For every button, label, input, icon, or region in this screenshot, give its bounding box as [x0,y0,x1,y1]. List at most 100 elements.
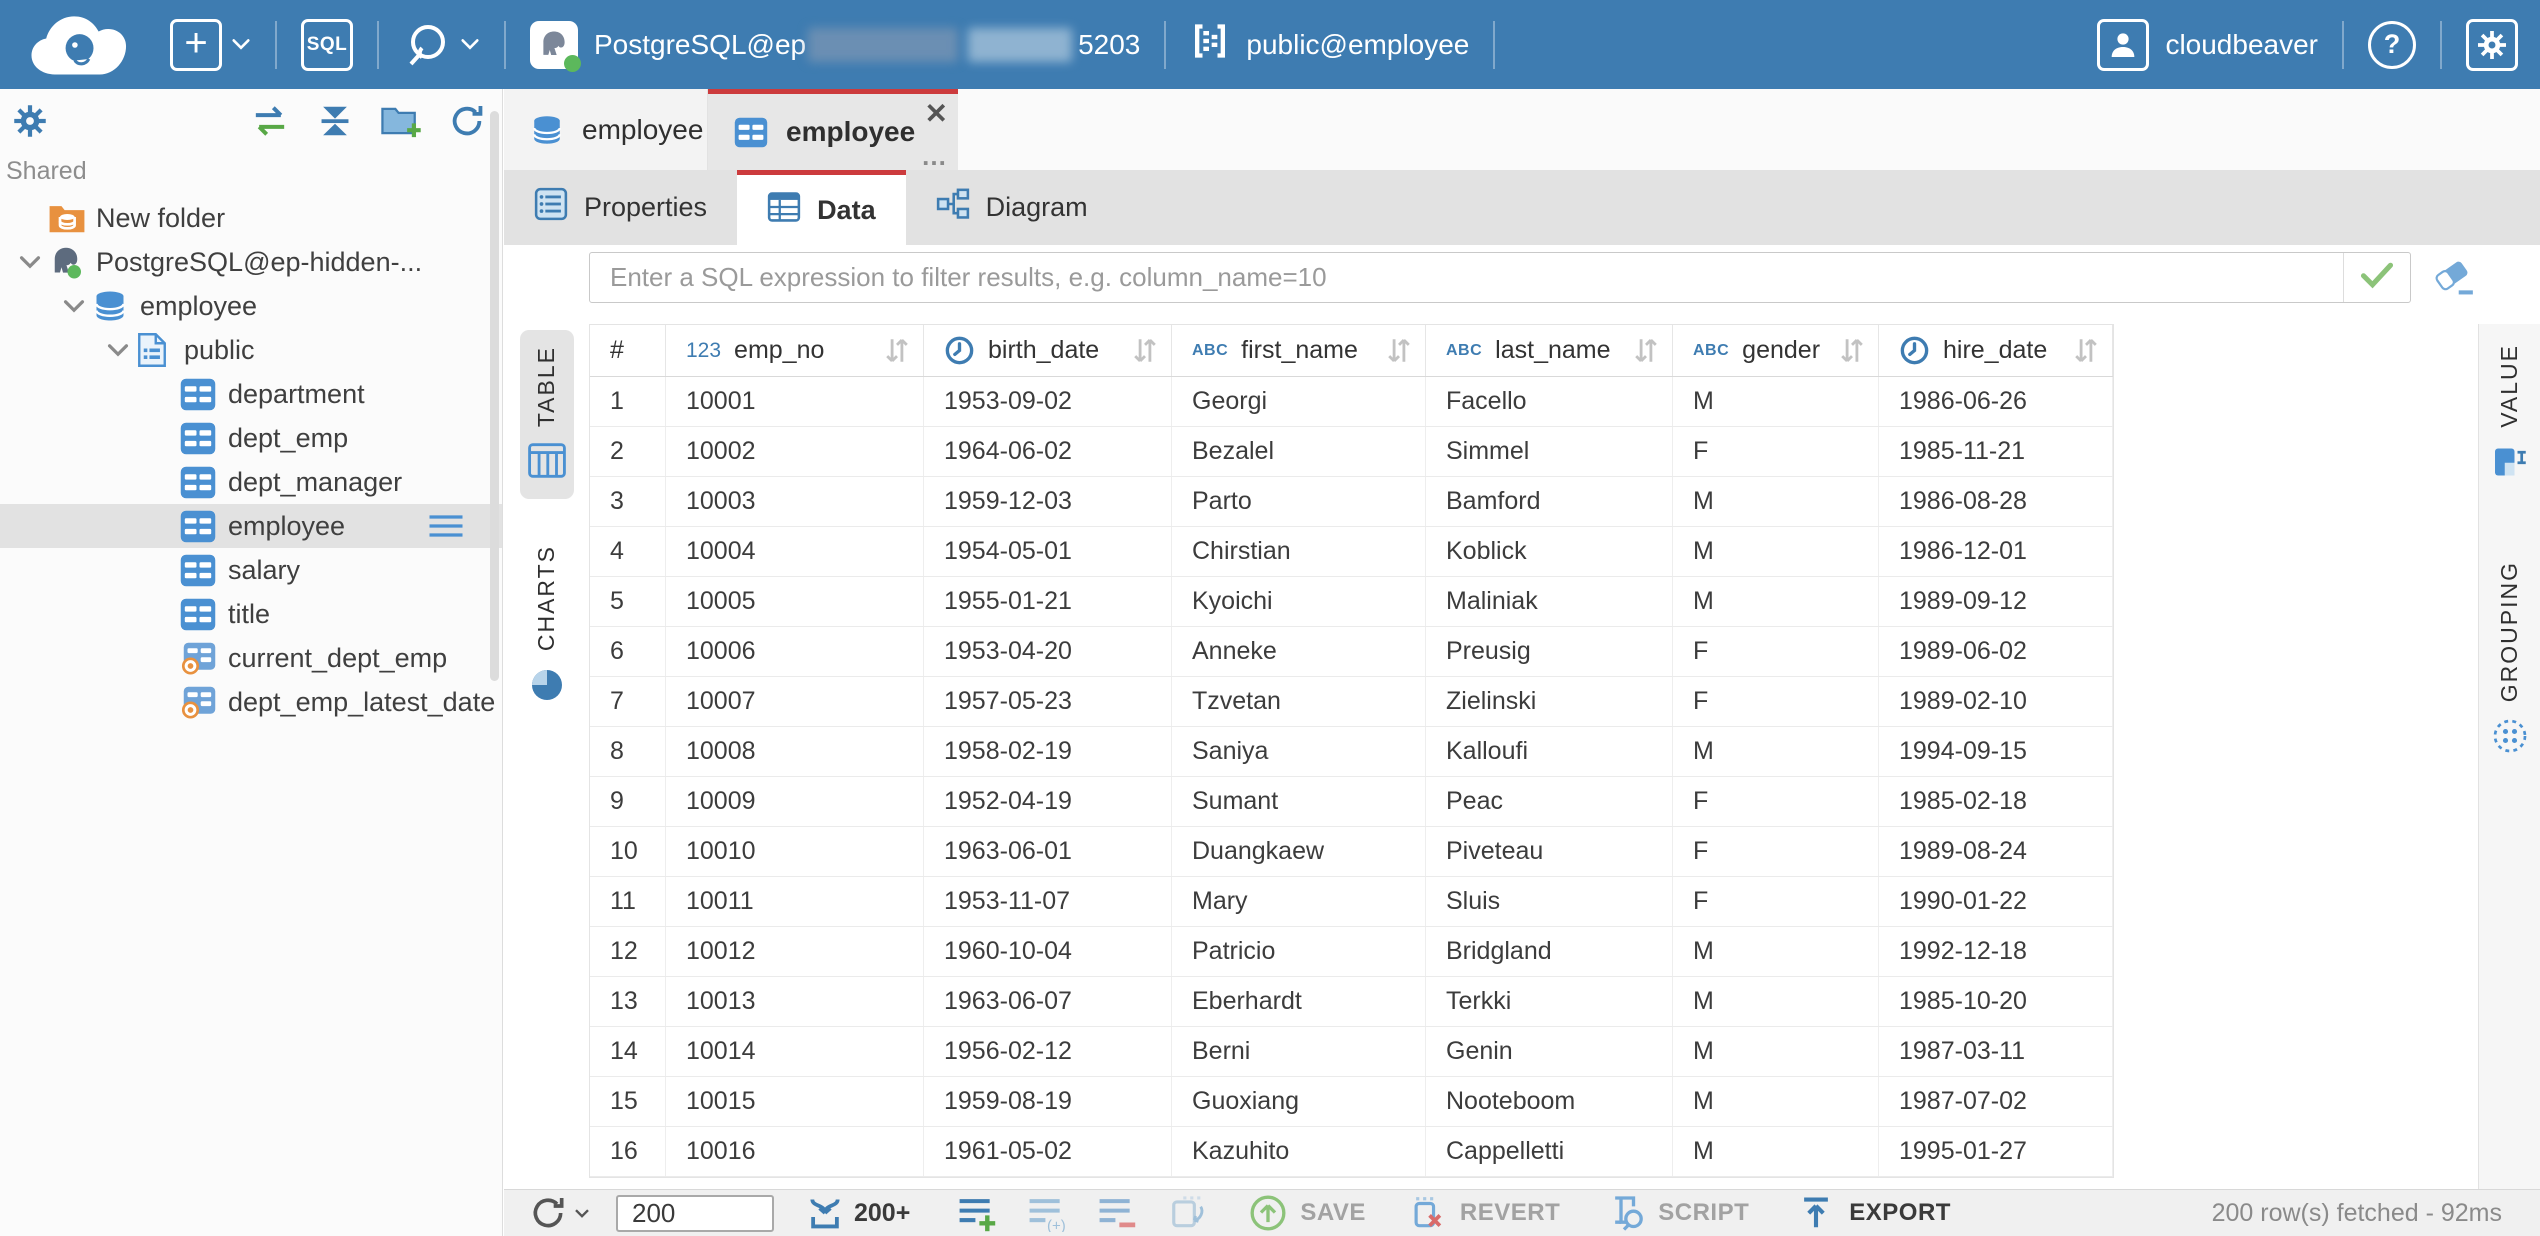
tree-item-employee[interactable]: employee [0,284,502,328]
grid-cell[interactable]: 1960-10-04 [924,927,1172,976]
settings-button[interactable] [2466,19,2518,71]
tab-employee-database[interactable]: employee [504,89,708,170]
grid-cell[interactable]: F [1673,677,1879,726]
rail-tab-table[interactable]: TABLE [520,330,574,499]
grid-cell[interactable]: Preusig [1426,627,1673,676]
row-number[interactable]: 3 [590,477,666,526]
tab-properties[interactable]: Properties [504,170,737,245]
user-menu[interactable]: cloudbeaver [2097,19,2318,71]
grid-cell[interactable]: Mary [1172,877,1426,926]
revert-icon[interactable] [1408,1194,1448,1232]
grid-cell[interactable]: 1990-01-22 [1879,877,2113,926]
sql-filter-input[interactable] [590,262,2343,293]
row-number[interactable]: 9 [590,777,666,826]
grid-cell[interactable]: Parto [1172,477,1426,526]
row-number[interactable]: 7 [590,677,666,726]
schema-selector[interactable]: public@employee [1190,21,1469,68]
cloudbeaver-logo-icon[interactable] [26,14,130,76]
tree-item-dept-emp-latest-date[interactable]: dept_emp_latest_date [0,680,502,724]
rail-tab-grouping[interactable]: GROUPING [2488,551,2532,769]
grid-cell[interactable]: F [1673,777,1879,826]
grid-cell[interactable]: Sumant [1172,777,1426,826]
row-number[interactable]: 12 [590,927,666,976]
export-icon[interactable] [1797,1194,1835,1232]
tab-diagram[interactable]: Diagram [906,170,1118,245]
gear-icon[interactable] [12,103,48,139]
grid-cell[interactable]: 1954-05-01 [924,527,1172,576]
revert-button[interactable]: REVERT [1460,1199,1560,1227]
grid-cell[interactable]: Eberhardt [1172,977,1426,1026]
grid-cell[interactable]: 10015 [666,1077,924,1126]
hamburger-menu-icon[interactable] [428,513,464,539]
new-connection-button[interactable]: + [170,19,222,71]
sort-icon[interactable] [1838,335,1866,366]
grid-cell[interactable]: 1956-02-12 [924,1027,1172,1076]
grid-cell[interactable]: 10009 [666,777,924,826]
sort-icon[interactable] [1385,335,1413,366]
grid-cell[interactable]: 10016 [666,1127,924,1176]
grid-cell[interactable]: 10011 [666,877,924,926]
grid-cell[interactable]: Kalloufi [1426,727,1673,776]
grid-cell[interactable]: Genin [1426,1027,1673,1076]
grid-cell[interactable]: 10010 [666,827,924,876]
row-number[interactable]: 10 [590,827,666,876]
grid-cell[interactable]: Guoxiang [1172,1077,1426,1126]
rail-tab-charts[interactable]: CHARTS [521,529,573,724]
grid-cell[interactable]: 1985-10-20 [1879,977,2113,1026]
grid-cell[interactable]: 1958-02-19 [924,727,1172,776]
tree-item-current-dept-emp[interactable]: current_dept_emp [0,636,502,680]
sort-icon[interactable] [1632,335,1660,366]
grid-cell[interactable]: Piveteau [1426,827,1673,876]
sync-arrows-icon[interactable] [250,104,290,138]
grid-cell[interactable]: M [1673,1027,1879,1076]
row-number[interactable]: 4 [590,527,666,576]
grid-cell[interactable]: 1995-01-27 [1879,1127,2113,1176]
grid-cell[interactable]: M [1673,527,1879,576]
grid-cell[interactable]: Sluis [1426,877,1673,926]
grid-cell[interactable]: 10008 [666,727,924,776]
grid-cell[interactable]: Bamford [1426,477,1673,526]
grid-cell[interactable]: 1987-03-11 [1879,1027,2113,1076]
grid-cell[interactable]: 10003 [666,477,924,526]
tree-item-public[interactable]: public [0,328,502,372]
edit-cell-icon[interactable] [1168,1194,1208,1232]
fetch-size-input[interactable] [616,1195,774,1232]
grid-cell[interactable]: 1952-04-19 [924,777,1172,826]
tree-item-title[interactable]: title [0,592,502,636]
grid-cell[interactable]: M [1673,727,1879,776]
row-number[interactable]: 15 [590,1077,666,1126]
row-number[interactable]: 14 [590,1027,666,1076]
grid-cell[interactable]: 1986-12-01 [1879,527,2113,576]
grid-cell[interactable]: 1986-06-26 [1879,377,2113,426]
row-number[interactable]: 5 [590,577,666,626]
grid-cell[interactable]: M [1673,477,1879,526]
grid-cell[interactable]: 10005 [666,577,924,626]
rail-tab-value[interactable]: VALUE [2488,334,2532,495]
grid-cell[interactable]: M [1673,977,1879,1026]
column-header-hire_date[interactable]: hire_date [1879,325,2113,376]
new-connection-chevron-icon[interactable] [231,38,251,51]
add-row-icon[interactable] [956,1194,998,1232]
tree-item-new-folder[interactable]: New folder [0,196,502,240]
grid-cell[interactable]: F [1673,877,1879,926]
fetch-more-icon[interactable] [806,1194,844,1232]
grid-cell[interactable]: F [1673,427,1879,476]
grid-cell[interactable]: 10013 [666,977,924,1026]
grid-cell[interactable]: 1953-09-02 [924,377,1172,426]
close-icon[interactable]: ✕ [925,100,948,128]
grid-cell[interactable]: Tzvetan [1172,677,1426,726]
column-header-gender[interactable]: ABCgender [1673,325,1879,376]
driver-manager-icon[interactable] [403,21,451,69]
driver-manager-chevron-icon[interactable] [460,38,480,51]
grid-cell[interactable]: 10001 [666,377,924,426]
grid-cell[interactable]: Berni [1172,1027,1426,1076]
chevron-down-icon[interactable] [100,343,136,358]
grid-cell[interactable]: 1989-06-02 [1879,627,2113,676]
tree-item-employee[interactable]: employee [0,504,502,548]
connection-selector[interactable]: PostgreSQL@ep 5203 [530,21,1140,69]
grid-cell[interactable]: 10007 [666,677,924,726]
refresh-icon[interactable] [448,102,486,140]
row-number[interactable]: 13 [590,977,666,1026]
grid-cell[interactable]: Simmel [1426,427,1673,476]
grid-cell[interactable]: 1959-08-19 [924,1077,1172,1126]
